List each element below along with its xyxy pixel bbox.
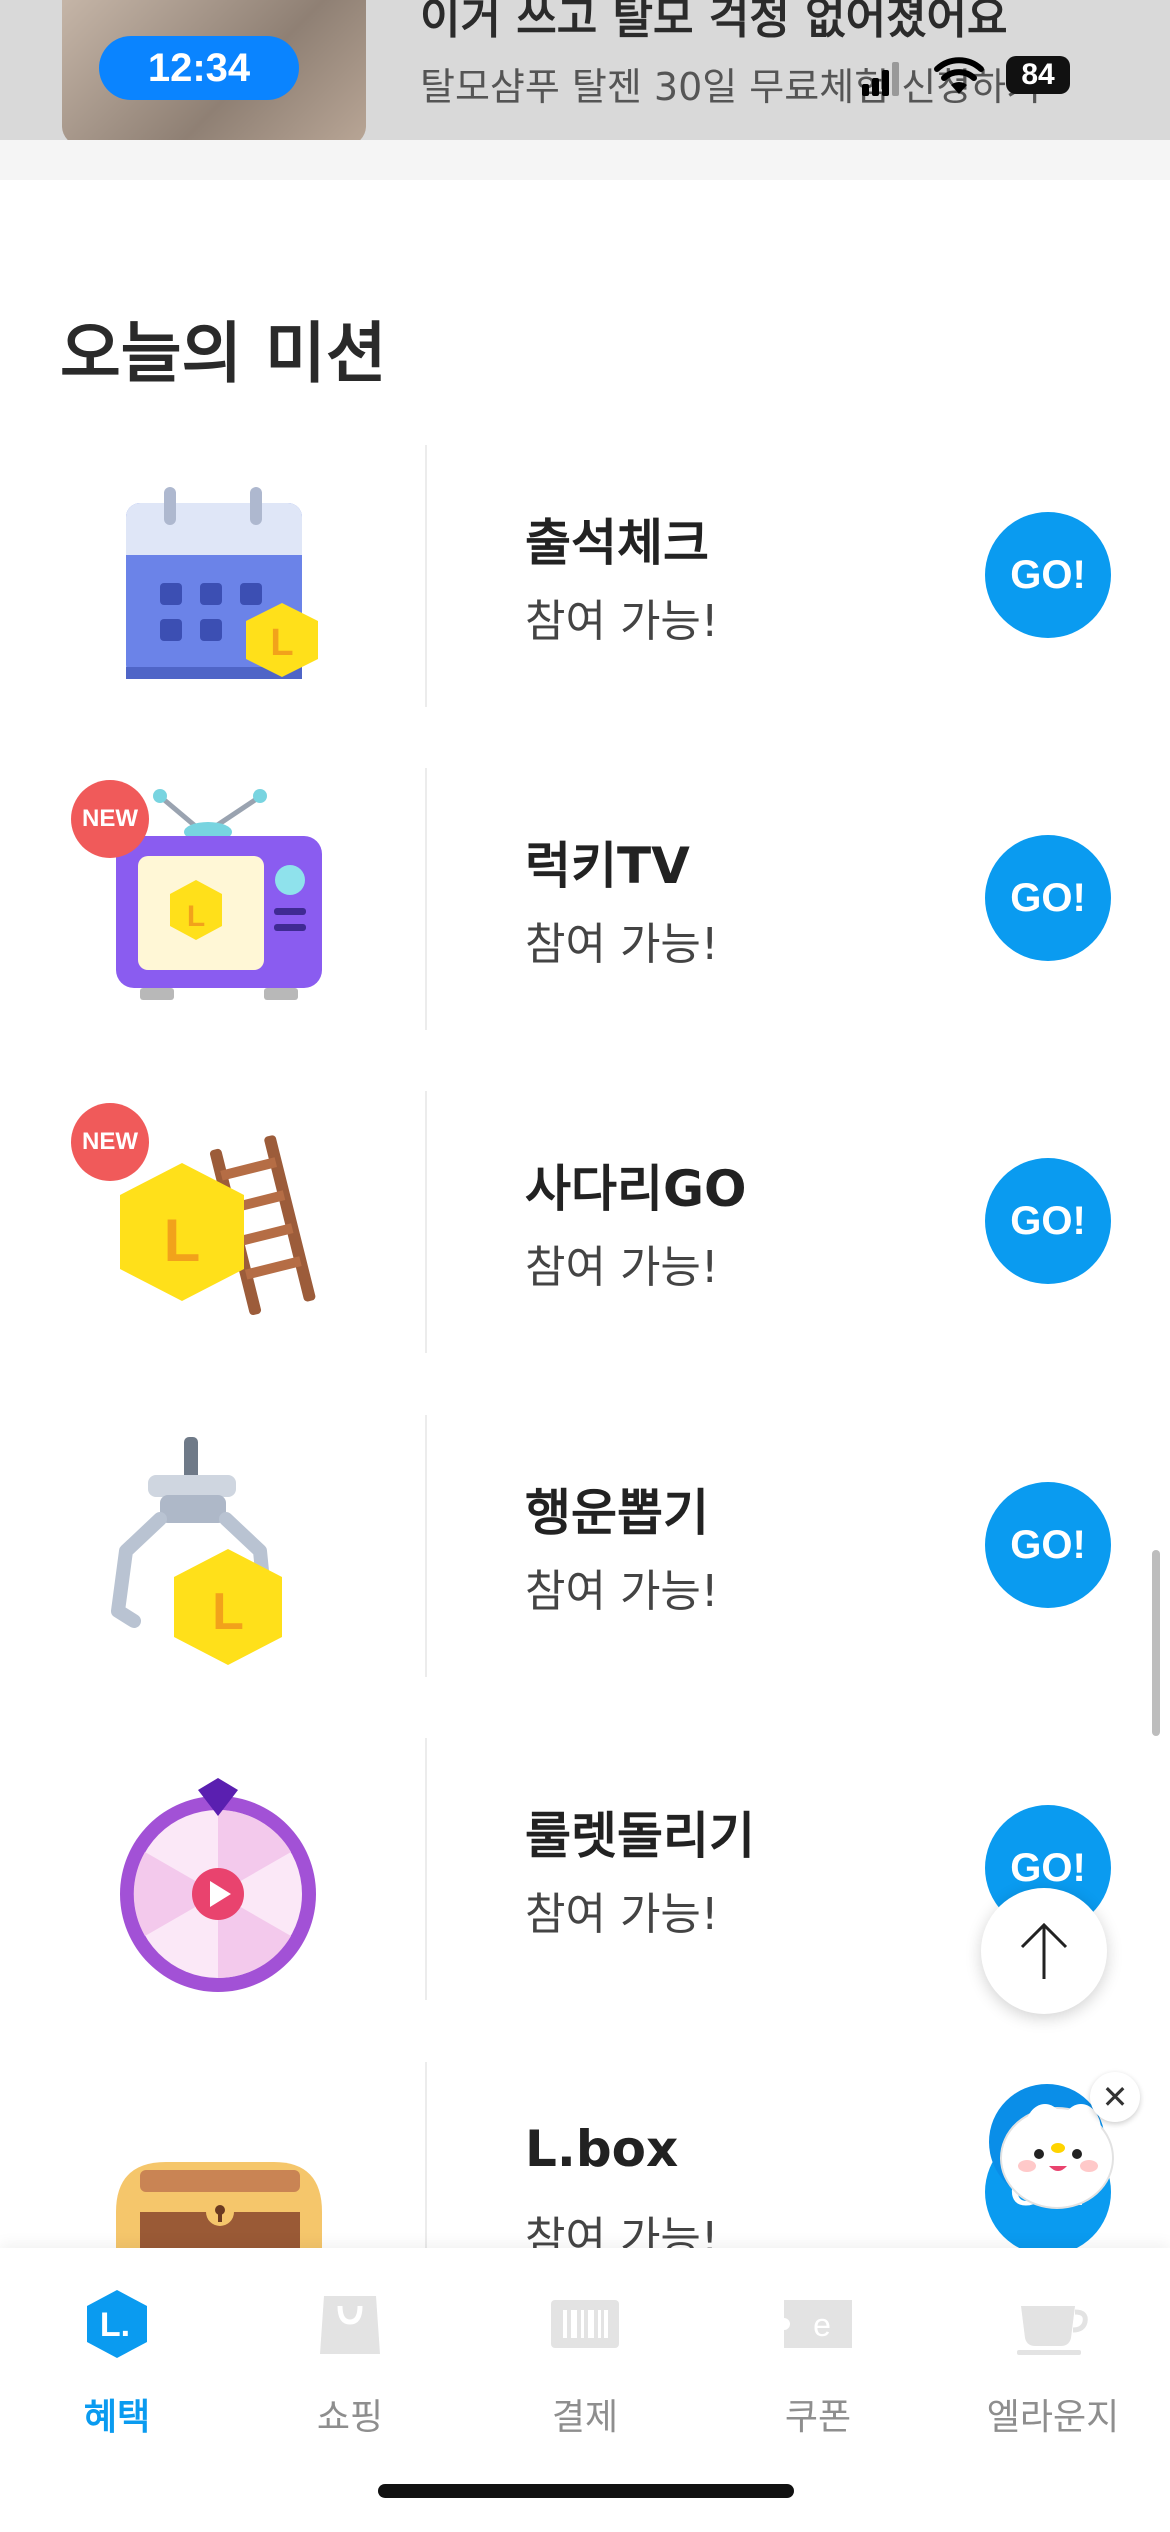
mission-divider — [425, 445, 427, 707]
scrollbar[interactable] — [1152, 1550, 1160, 1736]
mission-divider — [425, 1415, 427, 1677]
mission-name: 럭키TV — [525, 837, 690, 895]
battery-indicator: 84 — [1006, 56, 1070, 94]
go-button[interactable]: GO! — [985, 512, 1111, 638]
barcode-icon — [551, 2300, 619, 2348]
nav-item-coupon[interactable]: e 쿠폰 — [718, 2288, 918, 2438]
nav-label: 엘라운지 — [986, 2397, 1120, 2438]
mission-name: L.box — [525, 2120, 679, 2178]
nav-label: 쿠폰 — [784, 2397, 852, 2438]
coffee-cup-icon — [1017, 2306, 1088, 2355]
new-badge: NEW — [71, 1103, 149, 1181]
nav-label: 쇼핑 — [316, 2397, 384, 2438]
nav-label: 결제 — [551, 2397, 619, 2438]
mission-divider — [425, 1091, 427, 1353]
mission-divider — [425, 1738, 427, 2000]
mission-attendance[interactable]: L 출석체크 참여 가능! GO! — [0, 445, 1170, 715]
mission-status: 참여 가능! — [525, 1566, 719, 1617]
mission-status: 참여 가능! — [525, 596, 719, 647]
nav-label: 혜택 — [83, 2397, 151, 2438]
close-icon: ✕ — [1101, 2078, 1129, 2116]
mission-name: 사다리GO — [525, 1160, 747, 1218]
nav-item-shopping[interactable]: 쇼핑 — [250, 2288, 450, 2438]
wifi-icon — [934, 57, 984, 94]
go-button[interactable]: GO! — [985, 1482, 1111, 1608]
l-point-icon: L. — [87, 2290, 147, 2358]
coupon-icon: e — [784, 2300, 852, 2348]
status-time: 12:34 — [99, 36, 299, 100]
svg-text:L: L — [187, 900, 205, 933]
nav-item-lounge[interactable]: 엘라운지 — [953, 2288, 1153, 2438]
roulette-icon — [120, 1778, 316, 1992]
go-button[interactable]: GO! — [985, 1158, 1111, 1284]
new-badge: NEW — [71, 780, 149, 858]
ad-title: 이거 쓰고 탈모 걱정 없어졌어요 — [420, 0, 1008, 44]
mission-ladder-go[interactable]: L NEW 사다리GO 참여 가능! GO! — [0, 1091, 1170, 1361]
mission-name: 행운뽑기 — [525, 1484, 709, 1542]
mission-status: 참여 가능! — [525, 1889, 719, 1940]
svg-text:L: L — [164, 1207, 201, 1274]
mission-status: 참여 가능! — [525, 919, 719, 970]
mission-lucky-tv[interactable]: L NEW 럭키TV 참여 가능! GO! — [0, 768, 1170, 1038]
nav-item-benefits[interactable]: L. 혜택 — [17, 2288, 217, 2438]
section-title: 오늘의 미션 — [60, 315, 387, 392]
mission-name: 출석체크 — [525, 514, 709, 572]
arrow-up-icon — [1020, 1922, 1068, 1979]
mission-status: 참여 가능! — [525, 1242, 719, 1293]
home-indicator[interactable] — [378, 2484, 794, 2498]
svg-text:L: L — [270, 622, 293, 664]
mission-name: 룰렛돌리기 — [525, 1807, 755, 1865]
svg-text:L: L — [212, 1583, 244, 1641]
claw-coin-icon: L — [111, 1437, 282, 1665]
go-button[interactable]: GO! — [985, 835, 1111, 961]
svg-text:e: e — [813, 2307, 831, 2343]
scroll-to-top-button[interactable] — [981, 1888, 1107, 2014]
calendar-coin-icon: L — [126, 487, 318, 679]
nav-item-payment[interactable]: 결제 — [485, 2288, 685, 2438]
cellular-signal-icon — [862, 60, 899, 96]
svg-text:L.: L. — [100, 2306, 130, 2344]
mission-lucky-draw[interactable]: L 행운뽑기 참여 가능! GO! — [0, 1415, 1170, 1685]
shopping-bag-icon — [320, 2296, 380, 2354]
mascot-close-button[interactable]: ✕ — [1090, 2072, 1140, 2122]
section-divider — [0, 140, 1170, 180]
mission-divider — [425, 768, 427, 1030]
